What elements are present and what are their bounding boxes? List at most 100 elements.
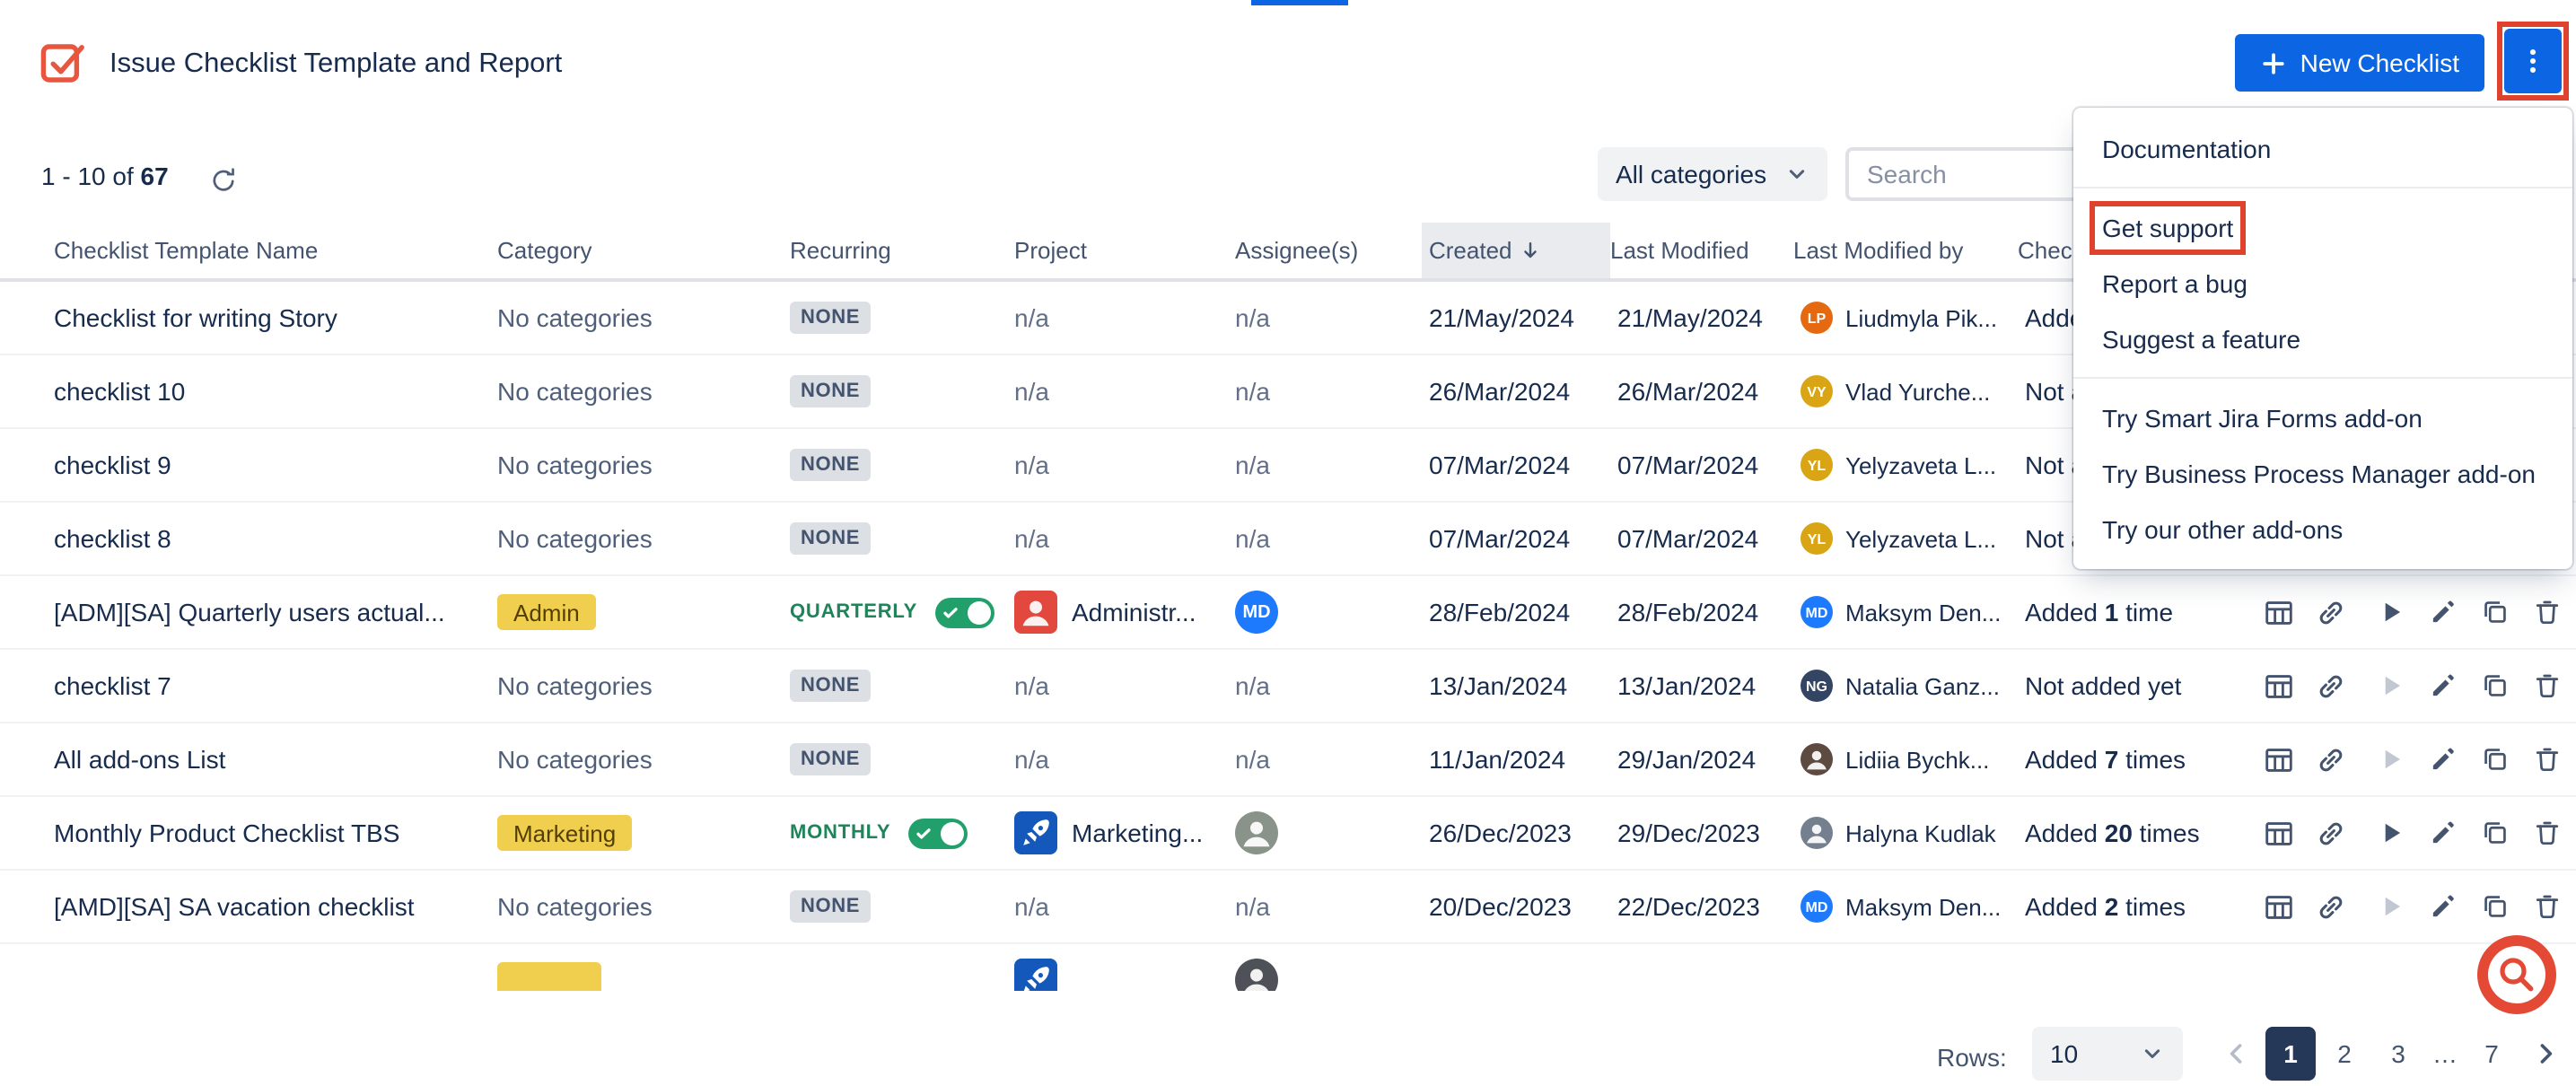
delete-icon bbox=[2531, 890, 2563, 923]
page-button-2[interactable]: 2 bbox=[2319, 1027, 2370, 1081]
cell-template-name[interactable]: checklist 7 bbox=[54, 671, 497, 700]
menu-item-try-business-process-manager-add-on[interactable]: Try Business Process Manager add-on bbox=[2073, 445, 2572, 501]
refresh-button[interactable] bbox=[201, 158, 244, 201]
play-icon bbox=[2375, 596, 2407, 628]
copy-link-button[interactable] bbox=[2310, 887, 2350, 926]
created-date: 26/Dec/2023 bbox=[1429, 819, 1572, 847]
column-header-recurring[interactable]: Recurring bbox=[790, 223, 1014, 278]
edit-button[interactable] bbox=[2423, 592, 2463, 632]
cell-template-name[interactable]: checklist 8 bbox=[54, 524, 497, 553]
open-report-button[interactable] bbox=[2258, 813, 2298, 853]
cell-project: n/a bbox=[1014, 745, 1235, 774]
page-ellipsis: … bbox=[2427, 1039, 2463, 1068]
more-menu-button[interactable] bbox=[2504, 29, 2562, 93]
duplicate-button[interactable] bbox=[2475, 887, 2515, 926]
copy-link-button[interactable] bbox=[2310, 592, 2350, 632]
template-name: checklist 9 bbox=[54, 451, 189, 479]
delete-button[interactable] bbox=[2528, 666, 2567, 705]
cell-last-modified-by: Lidiia Bychk... bbox=[1801, 743, 2025, 775]
edit-button[interactable] bbox=[2423, 887, 2463, 926]
menu-item-suggest-a-feature[interactable]: Suggest a feature bbox=[2073, 311, 2572, 366]
user-name: Vlad Yurche... bbox=[1845, 378, 1990, 405]
project-na-text: n/a bbox=[1014, 377, 1049, 406]
rows-per-page-select[interactable]: 10 bbox=[2032, 1027, 2183, 1081]
edit-button[interactable] bbox=[2423, 666, 2463, 705]
open-report-button[interactable] bbox=[2258, 887, 2298, 926]
category-filter-select[interactable]: All categories bbox=[1598, 147, 1827, 201]
cell-template-name[interactable]: [ADM][SA] Quarterly users actual... bbox=[54, 598, 497, 626]
copy-link-button[interactable] bbox=[2310, 813, 2350, 853]
last-modified-by: YLYelyzaveta L... bbox=[1801, 522, 1996, 555]
menu-item-try-smart-jira-forms-add-on[interactable]: Try Smart Jira Forms add-on bbox=[2073, 390, 2572, 445]
run-button[interactable] bbox=[2371, 813, 2411, 853]
template-name: Monthly Product Checklist TBS bbox=[54, 819, 417, 847]
copy-link-button[interactable] bbox=[2310, 666, 2350, 705]
column-header-assignee[interactable]: Assignee(s) bbox=[1235, 223, 1429, 278]
menu-divider bbox=[2073, 187, 2572, 188]
assignee-na-text: n/a bbox=[1235, 377, 1270, 406]
menu-item-report-a-bug[interactable]: Report a bug bbox=[2073, 255, 2572, 311]
cell-template-name[interactable]: Monthly Product Checklist TBS bbox=[54, 819, 497, 847]
recurring-none-badge: NONE bbox=[790, 449, 871, 481]
template-name: checklist 7 bbox=[54, 671, 189, 700]
open-report-button[interactable] bbox=[2258, 666, 2298, 705]
cell-template-name[interactable]: [AMD][SA] SA vacation checklist bbox=[54, 892, 497, 921]
duplicate-button[interactable] bbox=[2475, 740, 2515, 779]
table-row: All add-ons ListNo categoriesNONEn/an/a1… bbox=[0, 723, 2576, 797]
edit-button[interactable] bbox=[2423, 740, 2463, 779]
copy-link-button[interactable] bbox=[2310, 740, 2350, 779]
column-header-project[interactable]: Project bbox=[1014, 223, 1235, 278]
page-button-3[interactable]: 3 bbox=[2373, 1027, 2423, 1081]
page-button-7[interactable]: 7 bbox=[2466, 1027, 2517, 1081]
column-header-name[interactable]: Checklist Template Name bbox=[54, 223, 497, 278]
menu-item-get-support[interactable]: Get support bbox=[2073, 199, 2572, 255]
column-header-modified_by[interactable]: Last Modified by bbox=[1793, 223, 2018, 278]
template-name: [ADM][SA] Quarterly users actual... bbox=[54, 598, 463, 626]
user-name: Liudmyla Pik... bbox=[1845, 304, 1997, 331]
column-header-category[interactable]: Category bbox=[497, 223, 790, 278]
checklist-added-text: Added 1 time bbox=[2025, 598, 2173, 626]
column-header-modified[interactable]: Last Modified bbox=[1610, 223, 1793, 278]
delete-button[interactable] bbox=[2528, 887, 2567, 926]
template-name: checklist 8 bbox=[54, 524, 189, 553]
open-report-button[interactable] bbox=[2258, 740, 2298, 779]
cell-recurring: NONE bbox=[790, 522, 1014, 555]
person-icon bbox=[1235, 959, 1278, 991]
toggle-knob bbox=[941, 821, 964, 845]
sort-desc-icon bbox=[1520, 239, 1543, 262]
checklist-added-text: Added 2 times bbox=[2025, 892, 2186, 921]
run-button[interactable] bbox=[2371, 592, 2411, 632]
link-icon bbox=[2313, 816, 2347, 850]
recurring-toggle-on[interactable] bbox=[935, 597, 994, 627]
open-report-button[interactable] bbox=[2258, 592, 2298, 632]
cell-last-modified: 29/Dec/2023 bbox=[1617, 819, 1801, 847]
column-header-label: Category bbox=[497, 237, 592, 264]
cell-template-name[interactable]: checklist 10 bbox=[54, 377, 497, 406]
help-fab-button[interactable] bbox=[2475, 933, 2558, 1016]
new-checklist-button[interactable]: New Checklist bbox=[2236, 34, 2484, 92]
menu-item-documentation[interactable]: Documentation bbox=[2073, 120, 2572, 176]
column-header-created[interactable]: Created bbox=[1422, 223, 1610, 278]
cell-template-name[interactable]: Checklist for writing Story bbox=[54, 303, 497, 332]
duplicate-button[interactable] bbox=[2475, 666, 2515, 705]
cell-template-name[interactable]: checklist 9 bbox=[54, 451, 497, 479]
delete-button[interactable] bbox=[2528, 592, 2567, 632]
delete-button[interactable] bbox=[2528, 740, 2567, 779]
person-icon bbox=[1801, 743, 1833, 775]
created-date: 11/Jan/2024 bbox=[1429, 745, 1565, 774]
delete-button[interactable] bbox=[2528, 813, 2567, 853]
project-name: Administr... bbox=[1072, 598, 1196, 626]
next-page-button[interactable] bbox=[2520, 1027, 2571, 1081]
cell-recurring: NONE bbox=[790, 743, 1014, 775]
project-name: Marketing... bbox=[1072, 819, 1203, 847]
menu-item-try-our-other-add-ons[interactable]: Try our other add-ons bbox=[2073, 501, 2572, 556]
edit-button[interactable] bbox=[2423, 813, 2463, 853]
duplicate-button[interactable] bbox=[2475, 592, 2515, 632]
duplicate-button[interactable] bbox=[2475, 813, 2515, 853]
column-header-label: Last Modified by bbox=[1793, 237, 1963, 264]
assignee-na-text: n/a bbox=[1235, 671, 1270, 700]
page-button-1[interactable]: 1 bbox=[2265, 1027, 2316, 1081]
recurring-toggle-on[interactable] bbox=[908, 818, 968, 848]
cell-template-name[interactable]: All add-ons List bbox=[54, 745, 497, 774]
cell-created: 07/Mar/2024 bbox=[1429, 524, 1617, 553]
